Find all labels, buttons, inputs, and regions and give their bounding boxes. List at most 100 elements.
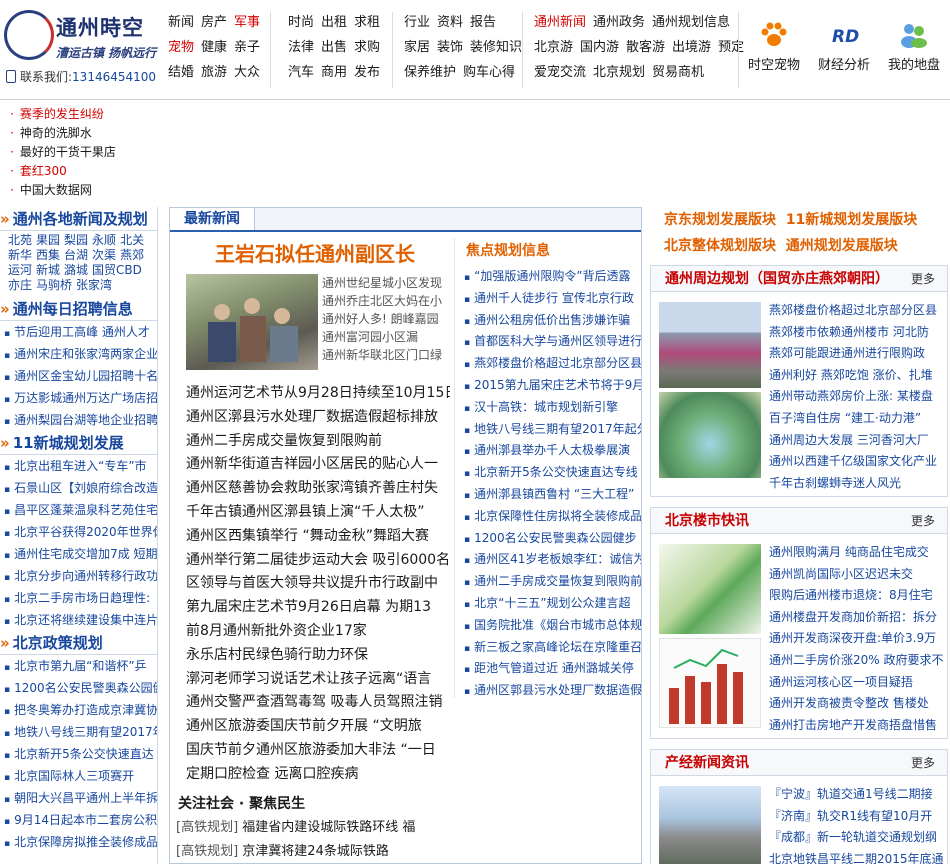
news-item[interactable]: 燕郊可能跟进通州进行限购政	[769, 343, 945, 365]
news-item[interactable]: 通州开发商深夜开盘:单价3.9万	[769, 628, 945, 650]
city-link[interactable]: 北关	[120, 233, 144, 247]
list-item[interactable]: ▪ 北京国际林人三项赛开	[0, 765, 157, 787]
plan-item[interactable]: ▪ 新三板之家高峰论坛在京隆重召	[464, 637, 641, 659]
list-item[interactable]: ▪ 1200名公安民警奥森公园健	[0, 677, 157, 699]
train-photo[interactable]	[659, 302, 761, 388]
list-item[interactable]: ▪ 北京二手房市场日趋理性:	[0, 587, 157, 609]
nav-link[interactable]: 健康	[201, 40, 227, 55]
city-link[interactable]: 新城	[36, 263, 60, 277]
nav-link[interactable]: 贸易商机	[652, 65, 704, 80]
news-item[interactable]: 通州限购满月 纯商品住宅成交	[769, 542, 945, 564]
banner-link[interactable]: 11新城规划发展版块	[786, 212, 917, 228]
news-item[interactable]: 通州区漷县污水处理厂数据造假超标排放	[186, 406, 450, 430]
news-item[interactable]: 通州二手房价涨20% 政府要求不	[769, 650, 945, 672]
news-item[interactable]: 『宁波』轨道交通1号线二期接	[769, 784, 945, 806]
city-link[interactable]: 国贸CBD	[92, 263, 142, 277]
site-logo[interactable]: 通州時空 漕运古镇 扬帆远行	[4, 8, 156, 68]
list-item[interactable]: ▪ 石景山区【刘娘府综合改造	[0, 477, 157, 499]
list-item[interactable]: ▪ 北京还将继续建设集中连片	[0, 609, 157, 631]
nav-link[interactable]: 求购	[354, 40, 380, 55]
plan-item[interactable]: ▪ 2015第九届宋庄艺术节将于9月	[464, 375, 641, 397]
more-link[interactable]: 更多	[911, 750, 947, 776]
city-link[interactable]: 永顺	[92, 233, 116, 247]
my-space-link[interactable]: 我的地盘	[874, 22, 950, 73]
plan-item[interactable]: ▪ 北京保障性住房拟将全装修成品	[464, 506, 641, 528]
nav-link[interactable]: 国内游	[580, 40, 619, 55]
nav-link[interactable]: 行业	[404, 15, 430, 30]
news-item[interactable]: 千年古刹螺蛳寺迷人风光	[769, 473, 945, 495]
list-item[interactable]: ▪ 北京新开5条公交快速直达	[0, 743, 157, 765]
plan-item[interactable]: ▪ 北京“十三五”规划公众建言超	[464, 593, 641, 615]
banner-link[interactable]: 通州规划发展版块	[786, 238, 898, 254]
focus-item[interactable]: [高铁规划] 京津冀将建24条城际铁路	[176, 840, 446, 863]
nav-link[interactable]: 商用	[321, 65, 347, 80]
news-item[interactable]: 北京地铁昌平线二期2015年底通	[769, 849, 945, 864]
nav-link[interactable]: 发布	[354, 65, 380, 80]
more-link[interactable]: 更多	[911, 266, 947, 292]
news-item[interactable]: 通州区旅游委国庆节前夕开展 “文明旅	[186, 715, 450, 739]
plan-item[interactable]: ▪ “加强版通州限购令”背后透露	[464, 266, 641, 288]
nav-link[interactable]: 求租	[354, 15, 380, 30]
top-link-item[interactable]: · 中国大数据网	[10, 181, 116, 200]
news-photo[interactable]	[186, 274, 318, 370]
plan-item[interactable]: ▪ 1200名公安民警奥森公园健步	[464, 528, 641, 550]
photo-caption-link[interactable]: 通州新华联北区门口绿	[322, 346, 446, 364]
city-link[interactable]: 燕郊	[120, 248, 144, 262]
news-item[interactable]: 燕郊楼市依赖通州楼市 河北防	[769, 322, 945, 344]
news-item[interactable]: 前8月通州新批外资企业17家	[186, 620, 450, 644]
news-item[interactable]: 通州二手房成交量恢复到限购前	[186, 430, 450, 454]
list-item[interactable]: ▪ 朝阳大兴昌平通州上半年拆	[0, 787, 157, 809]
city-link[interactable]: 张家湾	[76, 278, 112, 292]
finance-link[interactable]: RD 财经分析	[804, 22, 884, 73]
list-item[interactable]: ▪ 通州梨园台湖等地企业招聘	[0, 409, 157, 431]
list-item[interactable]: ▪ 通州宋庄和张家湾两家企业	[0, 343, 157, 365]
photo-caption-link[interactable]: 通州乔庄北区大妈在小	[322, 292, 446, 310]
more-link[interactable]: 更多	[911, 508, 947, 534]
city-link[interactable]: 马驹桥	[36, 278, 72, 292]
nav-link[interactable]: 时尚	[288, 15, 314, 30]
nav-link[interactable]: 法律	[288, 40, 314, 55]
plan-item[interactable]: ▪ 通州漷县镇西鲁村 “三大工程”	[464, 484, 641, 506]
city-link[interactable]: 运河	[8, 263, 32, 277]
nav-link[interactable]: 房产	[201, 15, 227, 30]
nav-link[interactable]: 北京游	[534, 40, 573, 55]
nav-link[interactable]: 出租	[321, 15, 347, 30]
news-item[interactable]: 第九届宋庄艺术节9月26日启幕 为期13	[186, 596, 450, 620]
nav-link[interactable]: 家居	[404, 40, 430, 55]
nav-link[interactable]: 出售	[321, 40, 347, 55]
news-item[interactable]: 千年古镇通州区漷县镇上演“千人太极”	[186, 501, 450, 525]
plan-item[interactable]: ▪ 距池气管道过近 通州潞城关停	[464, 658, 641, 680]
list-item[interactable]: ▪ 北京出租车进入“专车”市	[0, 455, 157, 477]
plan-item[interactable]: ▪ 通州千人徒步行 宣传北京行政	[464, 288, 641, 310]
news-item[interactable]: 区领导与首医大领导共议提升市行政副中	[186, 572, 450, 596]
news-item[interactable]: 百子湾自住房 “建工·动力港”	[769, 408, 945, 430]
building-illustration[interactable]	[659, 544, 761, 634]
news-item[interactable]: 漷河老师学习说话艺术让孩子远离“语言	[186, 668, 450, 692]
photo-caption-link[interactable]: 通州世纪星城小区发现	[322, 274, 446, 292]
news-item[interactable]: 『成都』新一轮轨道交通规划纲	[769, 827, 945, 849]
list-item[interactable]: ▪ 地铁八号线三期有望2017年	[0, 721, 157, 743]
news-item[interactable]: 通州开发商被责令整改 售楼处	[769, 693, 945, 715]
news-item[interactable]: 通州以西建千亿级国家文化产业	[769, 451, 945, 473]
city-link[interactable]: 西集	[36, 248, 60, 262]
plan-item[interactable]: ▪ 通州二手房成交量恢复到限购前	[464, 571, 641, 593]
nav-link[interactable]: 装饰	[437, 40, 463, 55]
news-item[interactable]: 限购后通州楼市退烧：8月住宅	[769, 585, 945, 607]
list-item[interactable]: ▪ 把冬奥筹办打造成京津冀协	[0, 699, 157, 721]
plan-item[interactable]: ▪ 燕郊楼盘价格超过北京部分区县	[464, 353, 641, 375]
news-item[interactable]: 定期口腔检查 远离口腔疾病	[186, 763, 450, 787]
nav-link[interactable]: 爱宠交流	[534, 65, 586, 80]
nav-link[interactable]: 军事	[234, 15, 260, 30]
nav-link[interactable]: 新闻	[168, 15, 194, 30]
news-item[interactable]: 通州楼盘开发商加价新招：拆分	[769, 607, 945, 629]
nav-link[interactable]: 资料	[437, 15, 463, 30]
city-link[interactable]: 次渠	[92, 248, 116, 262]
news-item[interactable]: 通州周边大发展 三河香河大厂	[769, 430, 945, 452]
news-item[interactable]: 通州凯尚国际小区迟迟未交	[769, 564, 945, 586]
banner-link[interactable]: 京东规划发展版块	[664, 212, 776, 228]
nav-link[interactable]: 北京规划	[593, 65, 645, 80]
plan-item[interactable]: ▪ 通州漷县举办千人太极拳展演	[464, 440, 641, 462]
focus-item[interactable]: [高铁规划] 福建省内建设城际铁路环线 福	[176, 816, 446, 840]
list-item[interactable]: ▪ 北京平谷获得2020年世界休	[0, 521, 157, 543]
plan-item[interactable]: ▪ 通州区41岁老板娘李红：诚信为	[464, 549, 641, 571]
